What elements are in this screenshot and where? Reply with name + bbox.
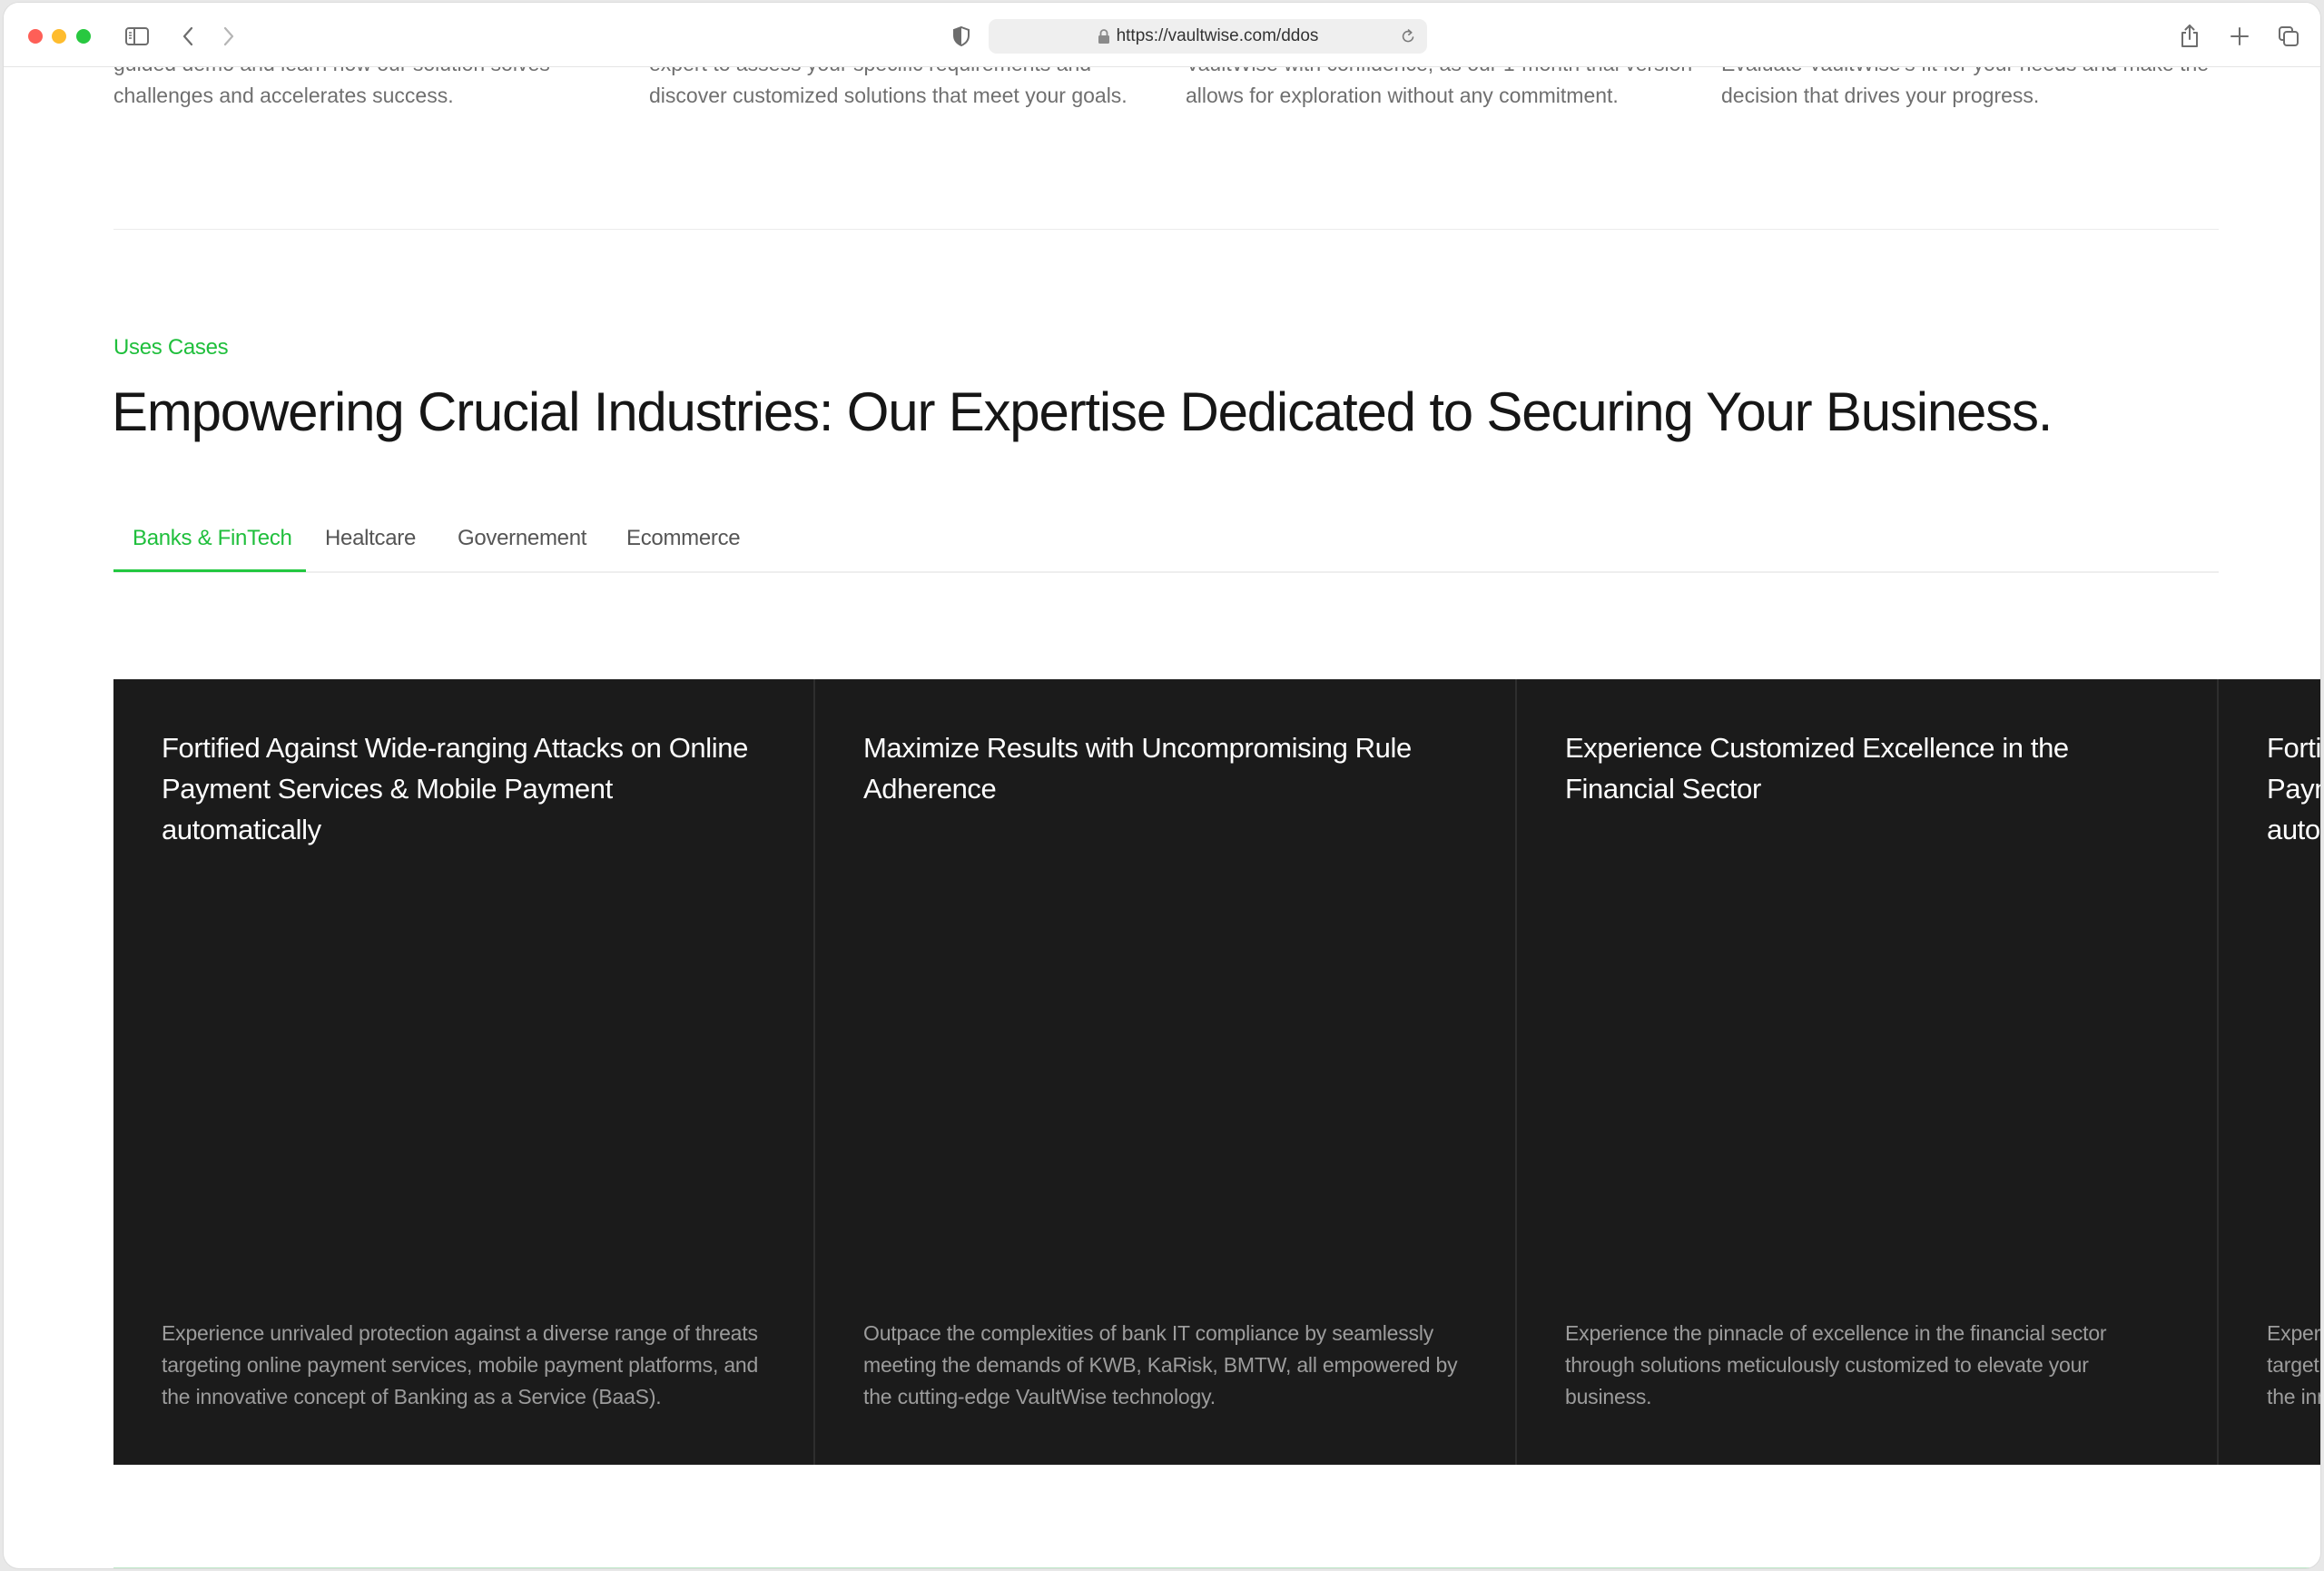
lock-icon bbox=[1098, 28, 1110, 44]
browser-window: guided demo and learn how our solution s… bbox=[3, 2, 2321, 1569]
address-bar[interactable]: https://vaultwise.com/ddos bbox=[989, 19, 1427, 54]
section-headline: Empowering Crucial Industries: Our Exper… bbox=[112, 381, 2053, 442]
section-divider bbox=[113, 229, 2219, 230]
card-title: Fortified Against Wide-ranging Attacks o… bbox=[162, 732, 748, 845]
intro-text-line: allows for exploration without any commi… bbox=[1186, 84, 1619, 107]
card-description: Experience unrivaled protection against … bbox=[2267, 1321, 2321, 1408]
minimize-window-button[interactable] bbox=[52, 29, 66, 44]
tab-government[interactable]: Governement bbox=[458, 526, 586, 551]
tab-banks-fintech[interactable]: Banks & FinTech bbox=[133, 526, 292, 551]
card-title: Experience Customized Excellence in the … bbox=[1565, 732, 2069, 805]
card-description: Experience the pinnacle of excellence in… bbox=[1565, 1321, 2107, 1408]
tab-ecommerce[interactable]: Ecommerce bbox=[626, 526, 741, 551]
tab-healthcare[interactable]: Healtcare bbox=[325, 526, 416, 551]
page-content: guided demo and learn how our solution s… bbox=[4, 3, 2320, 1568]
industry-tabs: Banks & FinTech Healtcare Governement Ec… bbox=[113, 511, 2219, 573]
card-description: Experience unrivaled protection against … bbox=[162, 1321, 759, 1408]
use-case-card[interactable]: Maximize Results with Uncompromising Rul… bbox=[815, 679, 1517, 1465]
card-description: Outpace the complexities of bank IT comp… bbox=[863, 1321, 1458, 1408]
browser-toolbar: https://vaultwise.com/ddos bbox=[4, 3, 2320, 67]
use-case-card[interactable]: Fortified Against Wide-ranging Attacks o… bbox=[113, 679, 815, 1465]
next-section-border bbox=[113, 1567, 2320, 1568]
intro-text-line: decision that drives your progress. bbox=[1721, 84, 2040, 107]
reload-icon[interactable] bbox=[1400, 27, 1416, 45]
maximize-window-button[interactable] bbox=[76, 29, 91, 44]
shield-icon[interactable] bbox=[948, 23, 975, 50]
section-eyebrow: Uses Cases bbox=[113, 335, 229, 360]
use-case-carousel[interactable]: Fortified Against Wide-ranging Attacks o… bbox=[113, 679, 2321, 1465]
sidebar-icon[interactable] bbox=[123, 23, 151, 50]
close-window-button[interactable] bbox=[28, 29, 43, 44]
active-tab-indicator bbox=[113, 569, 306, 572]
card-title: Fortified Against Wide-ranging Attacks o… bbox=[2267, 732, 2321, 845]
intro-text-line: challenges and accelerates success. bbox=[113, 84, 454, 107]
use-case-card[interactable]: Experience Customized Excellence in the … bbox=[1517, 679, 2219, 1465]
intro-text-line: discover customized solutions that meet … bbox=[649, 84, 1128, 107]
url-text: https://vaultwise.com/ddos bbox=[1116, 26, 1319, 45]
back-icon[interactable] bbox=[174, 23, 202, 50]
use-case-card[interactable]: Fortified Against Wide-ranging Attacks o… bbox=[2219, 679, 2321, 1465]
card-title: Maximize Results with Uncompromising Rul… bbox=[863, 732, 1412, 805]
tabs-overview-icon[interactable] bbox=[2275, 23, 2302, 50]
new-tab-icon[interactable] bbox=[2226, 23, 2253, 50]
share-icon[interactable] bbox=[2176, 23, 2203, 50]
forward-icon[interactable] bbox=[215, 23, 242, 50]
